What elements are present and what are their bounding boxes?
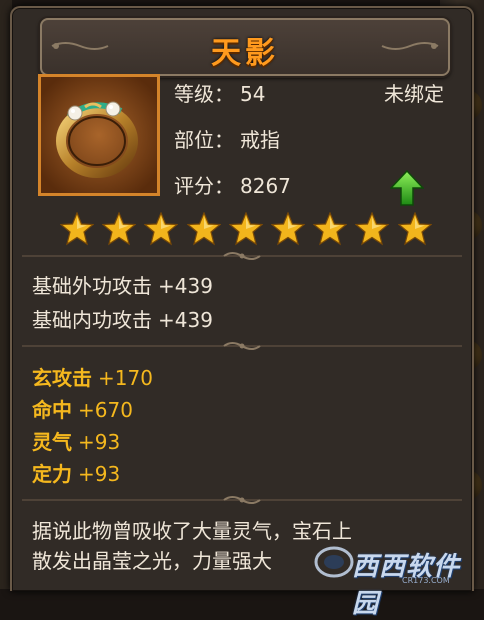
title-bar: 天影 bbox=[40, 18, 450, 76]
star-rating bbox=[60, 212, 440, 248]
star-icon bbox=[144, 212, 179, 246]
slot-value: 戒指 bbox=[240, 128, 280, 152]
extra-attribute-row: 玄攻击 +170 bbox=[32, 362, 153, 391]
bind-status: 未绑定 bbox=[384, 82, 444, 106]
extra-attribute-value: +93 bbox=[78, 430, 121, 454]
star-icon bbox=[186, 212, 221, 246]
star-icon bbox=[271, 212, 305, 246]
base-attribute-label: 基础外功攻击 bbox=[32, 274, 152, 298]
extra-attribute-value: +93 bbox=[78, 462, 121, 486]
star-icon bbox=[60, 212, 94, 246]
divider-ornament-icon bbox=[22, 342, 462, 350]
score-label: 评分： bbox=[174, 174, 234, 198]
slot-row: 部位： 戒指 bbox=[174, 124, 280, 153]
item-icon-frame bbox=[38, 74, 160, 196]
level-row: 等级： 54 bbox=[174, 78, 265, 107]
star-icon bbox=[355, 212, 390, 246]
title-ornament-right-icon bbox=[381, 42, 439, 50]
item-tooltip-panel: 天影 等级： 54 部位： 戒指 评分： 8267 未绑定 基础外功攻击 +43… bbox=[10, 6, 474, 591]
level-value: 54 bbox=[240, 82, 266, 106]
slot-label: 部位： bbox=[174, 128, 234, 152]
star-icon bbox=[397, 212, 432, 246]
base-attribute-row: 基础外功攻击 +439 bbox=[32, 270, 213, 299]
divider-ornament-icon bbox=[22, 496, 462, 504]
base-attribute-label: 基础内功攻击 bbox=[32, 308, 152, 332]
ring-icon bbox=[41, 77, 157, 193]
star-icon bbox=[102, 212, 137, 246]
score-row: 评分： 8267 bbox=[174, 170, 291, 199]
extra-attribute-value: +670 bbox=[78, 398, 133, 422]
extra-attribute-label: 定力 bbox=[32, 462, 72, 486]
base-attribute-value: +439 bbox=[158, 308, 213, 332]
extra-attribute-row: 灵气 +93 bbox=[32, 426, 120, 455]
base-attribute-row: 基础内功攻击 +439 bbox=[32, 304, 213, 333]
score-value: 8267 bbox=[240, 174, 291, 198]
extra-attribute-label: 命中 bbox=[32, 398, 72, 422]
level-label: 等级： bbox=[174, 82, 234, 106]
extra-attribute-row: 定力 +93 bbox=[32, 458, 120, 487]
star-icon bbox=[313, 212, 348, 246]
base-attribute-value: +439 bbox=[158, 274, 213, 298]
watermark-subtext: CR173.COM bbox=[402, 576, 450, 585]
extra-attribute-label: 灵气 bbox=[32, 430, 72, 454]
star-icon bbox=[228, 212, 263, 246]
up-arrow-icon bbox=[390, 170, 424, 206]
extra-attribute-value: +170 bbox=[98, 366, 153, 390]
extra-attribute-row: 命中 +670 bbox=[32, 394, 133, 423]
extra-attribute-label: 玄攻击 bbox=[32, 366, 92, 390]
divider-ornament-icon bbox=[22, 252, 462, 260]
